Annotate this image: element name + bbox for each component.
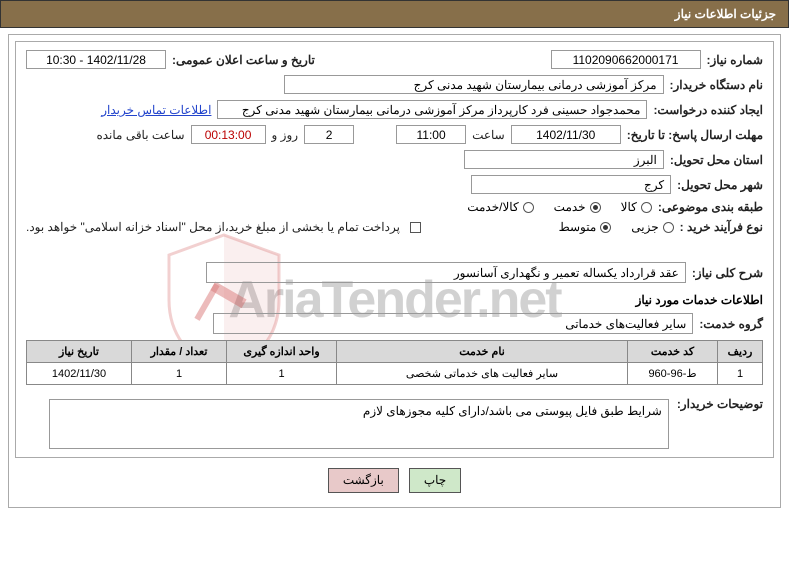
deadline-label: مهلت ارسال پاسخ: تا تاریخ:	[627, 128, 763, 142]
th-date: تاریخ نیاز	[27, 341, 132, 363]
services-table: ردیف کد خدمت نام خدمت واحد اندازه گیری ت…	[26, 340, 763, 385]
print-button[interactable]: چاپ	[409, 468, 461, 493]
process-label: نوع فرآیند خرید :	[680, 220, 763, 234]
cell-name: سایر فعالیت های خدماتی شخصی	[337, 363, 628, 385]
cell-row: 1	[718, 363, 763, 385]
deadline-time-value: 11:00	[396, 125, 466, 144]
buyer-contact-link[interactable]: اطلاعات تماس خریدار	[101, 103, 211, 117]
radio-both-label: کالا/خدمت	[467, 200, 518, 214]
radio-both[interactable]: کالا/خدمت	[467, 200, 533, 214]
back-button[interactable]: بازگشت	[328, 468, 399, 493]
th-name: نام خدمت	[337, 341, 628, 363]
requester-label: ایجاد کننده درخواست:	[653, 103, 763, 117]
buyer-org-label: نام دستگاه خریدار:	[670, 78, 764, 92]
treasury-checkbox[interactable]	[406, 220, 421, 234]
radio-minor[interactable]: جزیی	[631, 220, 673, 234]
service-group-label: گروه خدمت:	[699, 317, 763, 331]
requester-value: محمدجواد حسینی فرد کارپرداز مرکز آموزشی …	[217, 100, 647, 119]
remain-label: ساعت باقی مانده	[96, 128, 184, 142]
services-section-title: اطلاعات خدمات مورد نیاز	[26, 293, 763, 307]
day-and-word: روز و	[272, 128, 299, 142]
province-value: البرز	[464, 150, 664, 169]
city-value: کرج	[471, 175, 671, 194]
request-no-value: 1102090662000171	[551, 50, 701, 69]
table-row: 1 ط-96-960 سایر فعالیت های خدماتی شخصی 1…	[27, 363, 763, 385]
buyer-notes-value: شرایط طبق فایل پیوستی می باشد/دارای کلیه…	[49, 399, 669, 449]
th-unit: واحد اندازه گیری	[227, 341, 337, 363]
th-code: کد خدمت	[628, 341, 718, 363]
service-group-value: سایر فعالیت‌های خدماتی	[213, 313, 693, 334]
cell-code: ط-96-960	[628, 363, 718, 385]
radio-service[interactable]: خدمت	[554, 200, 601, 214]
announce-value: 1402/11/28 - 10:30	[26, 50, 166, 69]
desc-value: عقد قرارداد یکساله تعمیر و نگهداری آسانس…	[206, 262, 686, 283]
radio-minor-label: جزیی	[631, 220, 658, 234]
radio-medium-label: متوسط	[559, 220, 597, 234]
cell-unit: 1	[227, 363, 337, 385]
deadline-date-value: 1402/11/30	[511, 125, 621, 144]
cell-qty: 1	[132, 363, 227, 385]
hour-label: ساعت	[472, 128, 505, 142]
province-label: استان محل تحویل:	[670, 153, 763, 167]
desc-label: شرح کلی نیاز:	[692, 266, 763, 280]
request-no-label: شماره نیاز:	[707, 53, 763, 67]
buyer-org-value: مرکز آموزشی درمانی بیمارستان شهید مدنی ک…	[284, 75, 664, 94]
city-label: شهر محل تحویل:	[677, 178, 763, 192]
buyer-notes-label: توضیحات خریدار:	[677, 393, 763, 411]
page-title: جزئیات اطلاعات نیاز	[0, 0, 789, 28]
radio-medium[interactable]: متوسط	[559, 220, 612, 234]
radio-service-label: خدمت	[554, 200, 586, 214]
announce-label: تاریخ و ساعت اعلان عمومی:	[172, 53, 315, 67]
th-qty: تعداد / مقدار	[132, 341, 227, 363]
payment-note: پرداخت تمام یا بخشی از مبلغ خرید،از محل …	[26, 220, 400, 234]
category-label: طبقه بندی موضوعی:	[658, 200, 763, 214]
days-remaining-value: 2	[304, 125, 354, 144]
th-row: ردیف	[718, 341, 763, 363]
cell-date: 1402/11/30	[27, 363, 132, 385]
radio-goods-label: کالا	[621, 200, 637, 214]
timer-value: 00:13:00	[191, 125, 266, 144]
radio-goods[interactable]: کالا	[621, 200, 652, 214]
